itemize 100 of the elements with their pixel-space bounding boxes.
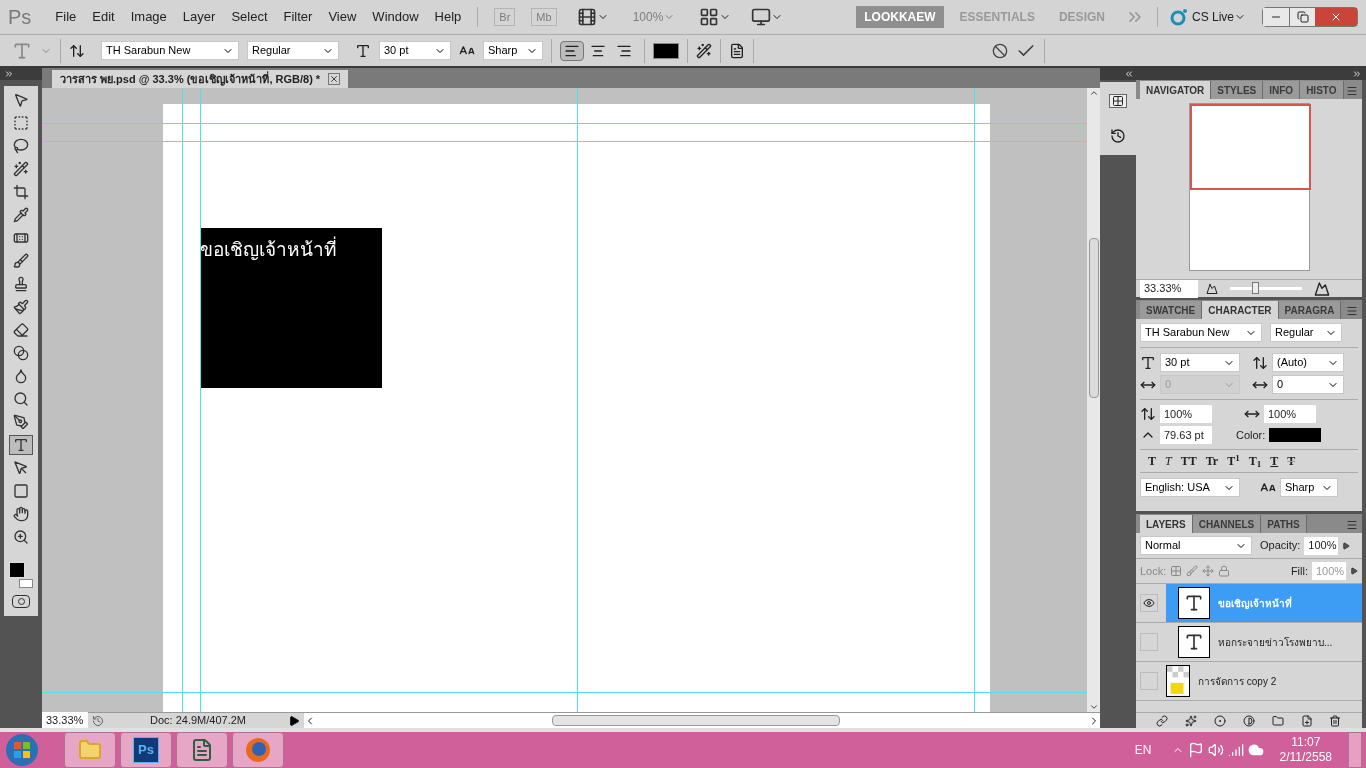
- font-style-dropdown[interactable]: Regular: [1270, 323, 1342, 342]
- leading-dropdown[interactable]: (Auto): [1272, 353, 1344, 372]
- type-style-button[interactable]: TT: [1180, 455, 1197, 467]
- taskbar-app[interactable]: [232, 732, 284, 768]
- status-menu-icon[interactable]: [288, 714, 300, 727]
- visibility-toggle[interactable]: [1140, 594, 1158, 612]
- clock[interactable]: 11:07 2/11/2558: [1279, 735, 1332, 765]
- type-style-button[interactable]: T: [1165, 455, 1172, 467]
- mask-icon[interactable]: [1214, 714, 1227, 727]
- menu-item[interactable]: Window: [364, 7, 427, 27]
- quick-mask-icon[interactable]: [12, 595, 30, 608]
- screen-icon[interactable]: [751, 7, 772, 27]
- document-tab[interactable]: วารสาร พย.psd @ 33.3% (ขอเชิญเจ้าหน้าที่, RGB/8) *: [52, 70, 349, 88]
- volume-icon[interactable]: [1207, 742, 1224, 758]
- screen-mode-icon[interactable]: [576, 7, 597, 27]
- layer-row[interactable]: หอกระจายข่าวโรงพยาบ...: [1136, 623, 1362, 662]
- panel-tab[interactable]: CHANNELS: [1192, 515, 1262, 533]
- tool-button[interactable]: [9, 435, 33, 455]
- taskbar-app[interactable]: [64, 732, 116, 768]
- panel-tab[interactable]: HISTO: [1300, 81, 1344, 99]
- trash-icon[interactable]: [1329, 714, 1342, 727]
- font-family-dropdown[interactable]: TH Sarabun New: [101, 41, 239, 60]
- visibility-toggle[interactable]: [1140, 672, 1158, 690]
- font-size-dropdown[interactable]: 30 pt: [379, 41, 451, 60]
- effects-icon[interactable]: [1185, 714, 1198, 727]
- scroll-down-icon[interactable]: [1088, 702, 1099, 712]
- align-button[interactable]: [560, 40, 584, 61]
- scrollbar-thumb[interactable]: [552, 715, 840, 726]
- fill-arrow-icon[interactable]: [1350, 567, 1358, 575]
- flag-icon[interactable]: [1187, 742, 1204, 758]
- close-icon[interactable]: [328, 73, 341, 85]
- font-style-dropdown[interactable]: Regular: [247, 41, 339, 60]
- panel-tab[interactable]: NAVIGATOR: [1140, 81, 1212, 99]
- folder-icon[interactable]: [1271, 714, 1284, 727]
- panel-tab[interactable]: PARAGRA: [1278, 301, 1342, 319]
- scroll-up-icon[interactable]: [1088, 88, 1099, 98]
- panel-menu-icon[interactable]: [1346, 305, 1358, 317]
- menu-item[interactable]: Select: [223, 7, 276, 27]
- font-size-dropdown[interactable]: 30 pt: [1160, 353, 1240, 372]
- color-swatch[interactable]: [1269, 428, 1322, 442]
- text-orientation-icon[interactable]: [69, 42, 85, 59]
- zoom-field[interactable]: 33.33%: [42, 712, 88, 729]
- language-indicator[interactable]: EN: [1134, 741, 1152, 759]
- opacity-arrow-icon[interactable]: [1342, 541, 1351, 550]
- mini-bridge-icon[interactable]: [1109, 93, 1127, 108]
- panel-tab[interactable]: CHARACTER: [1202, 301, 1279, 319]
- panel-tab[interactable]: LAYERS: [1140, 515, 1193, 533]
- collapse-icon[interactable]: [1124, 69, 1134, 79]
- antialias-dropdown[interactable]: Sharp: [483, 41, 543, 60]
- menu-item[interactable]: File: [47, 7, 85, 27]
- expand-icon[interactable]: [4, 69, 14, 79]
- panel-tab[interactable]: PATHS: [1261, 515, 1307, 533]
- layer-row[interactable]: การจัดการ copy 2: [1136, 662, 1362, 701]
- panel-menu-icon[interactable]: [1346, 519, 1358, 531]
- opacity-field[interactable]: 100%: [1304, 536, 1339, 555]
- blend-mode-dropdown[interactable]: Normal: [1140, 536, 1252, 555]
- type-style-button[interactable]: T$_{1}$: [1248, 455, 1262, 467]
- cancel-icon[interactable]: [992, 42, 1008, 59]
- menu-item[interactable]: Layer: [174, 7, 224, 27]
- minimize-button[interactable]: [1263, 8, 1289, 26]
- type-style-button[interactable]: T: [1148, 455, 1156, 467]
- start-button[interactable]: [4, 732, 40, 768]
- tracking-dropdown[interactable]: 0: [1272, 375, 1344, 394]
- baseline-shift-field[interactable]: 79.63 pt: [1160, 426, 1212, 444]
- menu-item[interactable]: Edit: [84, 7, 123, 27]
- type-style-button[interactable]: T$^{1}$: [1227, 455, 1240, 467]
- menu-item[interactable]: View: [320, 7, 365, 27]
- slider-thumb[interactable]: [1252, 282, 1260, 294]
- panel-tab[interactable]: SWATCHE: [1140, 301, 1203, 319]
- vertical-scale-field[interactable]: 100%: [1160, 405, 1212, 423]
- type-style-button[interactable]: T: [1270, 455, 1279, 467]
- menu-item[interactable]: Help: [426, 7, 470, 27]
- status-icon[interactable]: [92, 714, 104, 727]
- font-family-dropdown[interactable]: TH Sarabun New: [1140, 323, 1262, 342]
- adjustment-icon[interactable]: [1242, 714, 1255, 727]
- type-style-button[interactable]: Tr: [1205, 455, 1219, 467]
- menu-item[interactable]: Image: [122, 7, 175, 27]
- foreground-color-swatch[interactable]: [9, 562, 25, 578]
- panel-tab[interactable]: STYLES: [1211, 81, 1264, 99]
- taskbar-app[interactable]: [176, 732, 228, 768]
- background-color-swatch[interactable]: [19, 579, 33, 588]
- antialias-dropdown[interactable]: Sharp: [1280, 478, 1338, 497]
- restore-button[interactable]: [1289, 8, 1315, 26]
- visibility-toggle[interactable]: [1140, 633, 1158, 651]
- panel-menu-icon[interactable]: [1346, 85, 1358, 97]
- text-color-swatch[interactable]: [653, 42, 679, 59]
- zoom-field[interactable]: 33.33%: [1140, 279, 1198, 298]
- panels-toggle-icon[interactable]: [729, 42, 745, 59]
- menu-item[interactable]: Filter: [275, 7, 321, 27]
- arrange-icon[interactable]: [699, 7, 720, 27]
- history-icon[interactable]: [1110, 127, 1126, 144]
- link-icon[interactable]: [1156, 714, 1169, 727]
- taskbar-app[interactable]: Ps: [120, 732, 172, 768]
- cs-live-button[interactable]: CS Live: [1191, 8, 1246, 26]
- expand-icon[interactable]: [1352, 69, 1362, 79]
- horizontal-scale-field[interactable]: 100%: [1264, 405, 1316, 423]
- cloud-icon[interactable]: [1247, 742, 1264, 758]
- signal-icon[interactable]: [1227, 742, 1244, 758]
- new-layer-icon[interactable]: [1300, 714, 1313, 727]
- scrollbar-thumb[interactable]: [1088, 238, 1099, 398]
